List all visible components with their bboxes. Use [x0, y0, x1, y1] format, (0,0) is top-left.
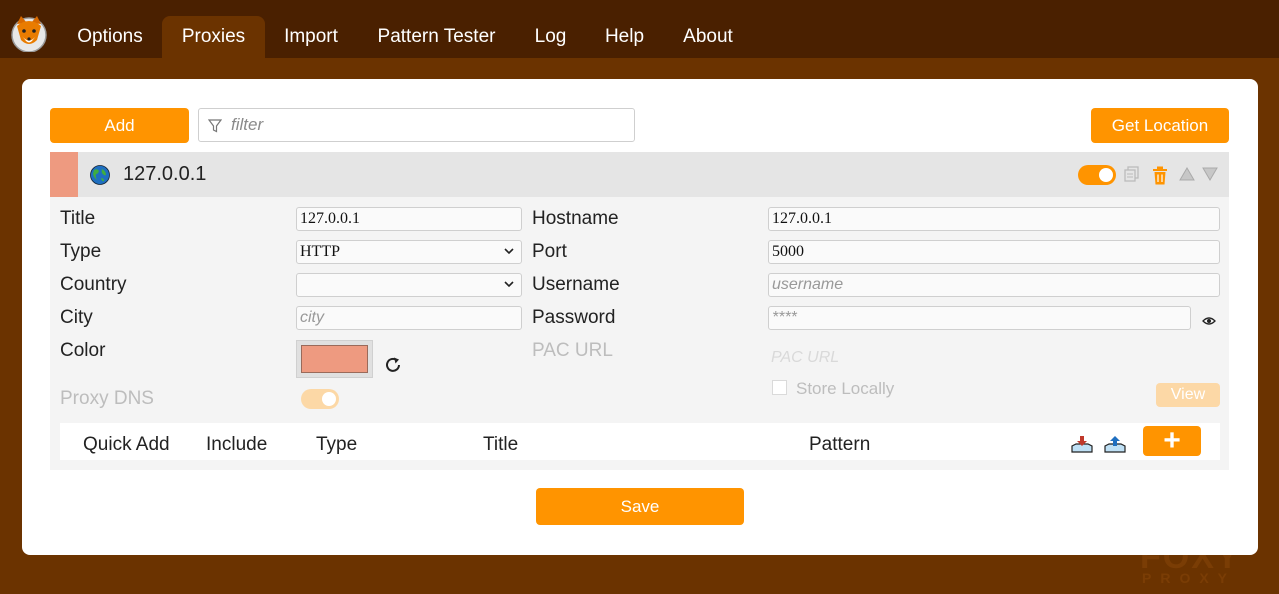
save-button[interactable]: Save — [536, 488, 744, 525]
proxy-card: 127.0.0.1 Title 127.0.0.1 Type HTTP Coun… — [50, 152, 1229, 470]
import-patterns-icon[interactable] — [1070, 436, 1094, 459]
hostname-input[interactable] — [768, 207, 1220, 231]
col-include: Include — [206, 434, 268, 455]
get-location-button[interactable]: Get Location — [1091, 108, 1229, 143]
color-swatch — [301, 345, 368, 373]
move-up-icon[interactable] — [1179, 167, 1195, 186]
filter-icon — [208, 119, 222, 133]
pattern-table-header: Quick Add Include Type Title Pattern + — [60, 423, 1220, 460]
store-locally-label: Store Locally — [796, 379, 895, 398]
proxy-dns-toggle[interactable] — [301, 389, 339, 409]
proxy-dns-label: Proxy DNS — [60, 388, 154, 409]
username-label: Username — [532, 274, 620, 295]
country-label: Country — [60, 274, 127, 295]
tab-proxies[interactable]: Proxies — [162, 16, 265, 58]
tab-options[interactable]: Options — [58, 16, 162, 58]
proxies-panel: Add Get Location 127.0.0.1 — [22, 79, 1258, 555]
toggle-knob — [1099, 168, 1113, 182]
port-input[interactable] — [768, 240, 1220, 264]
refresh-color-icon[interactable] — [383, 355, 403, 380]
password-label: Password — [532, 307, 616, 328]
pac-url-label: PAC URL — [532, 340, 613, 361]
proxy-color-strip — [50, 152, 78, 197]
country-select[interactable] — [296, 273, 522, 297]
city-input[interactable] — [296, 306, 522, 330]
title-input[interactable] — [296, 207, 522, 231]
delete-icon[interactable] — [1152, 166, 1168, 190]
watermark-line2: PROXY — [1142, 570, 1237, 586]
tab-log[interactable]: Log — [516, 16, 585, 58]
tab-about[interactable]: About — [664, 16, 752, 58]
filter-box — [198, 108, 635, 142]
foxyproxy-logo-icon — [9, 14, 49, 53]
chevron-down-icon — [504, 248, 514, 255]
chevron-down-icon — [504, 281, 514, 288]
tab-pattern-tester[interactable]: Pattern Tester — [357, 16, 516, 58]
add-proxy-button[interactable]: Add — [50, 108, 189, 143]
type-select-value: HTTP — [300, 243, 340, 260]
tab-help[interactable]: Help — [585, 16, 664, 58]
col-quick-add: Quick Add — [83, 434, 170, 455]
export-patterns-icon[interactable] — [1103, 436, 1127, 459]
proxy-enabled-toggle[interactable] — [1078, 165, 1116, 185]
tab-import[interactable]: Import — [265, 16, 357, 58]
pac-url-input[interactable] — [768, 346, 1220, 370]
type-select[interactable]: HTTP — [296, 240, 522, 264]
col-pattern: Pattern — [809, 434, 871, 455]
globe-icon — [90, 165, 110, 185]
title-label: Title — [60, 208, 96, 229]
col-title: Title — [483, 434, 519, 455]
add-pattern-button[interactable]: + — [1143, 426, 1201, 456]
filter-input[interactable] — [231, 113, 626, 137]
color-label: Color — [60, 340, 106, 361]
eye-icon[interactable] — [1202, 313, 1216, 331]
color-picker[interactable] — [296, 340, 373, 378]
port-label: Port — [532, 241, 567, 262]
move-down-icon[interactable] — [1202, 167, 1218, 186]
view-pac-button[interactable]: View — [1156, 383, 1220, 407]
top-nav-bar: Options Proxies Import Pattern Tester Lo… — [0, 0, 1279, 58]
toggle-knob — [322, 392, 336, 406]
proxy-card-header[interactable]: 127.0.0.1 — [50, 152, 1229, 197]
city-label: City — [60, 307, 93, 328]
store-locally-checkbox[interactable] — [772, 380, 787, 395]
col-type: Type — [316, 434, 358, 455]
proxy-header-title: 127.0.0.1 — [123, 163, 207, 185]
password-input[interactable] — [768, 306, 1191, 330]
hostname-label: Hostname — [532, 208, 619, 229]
username-input[interactable] — [768, 273, 1220, 297]
duplicate-icon[interactable] — [1124, 166, 1140, 188]
type-label: Type — [60, 241, 102, 262]
